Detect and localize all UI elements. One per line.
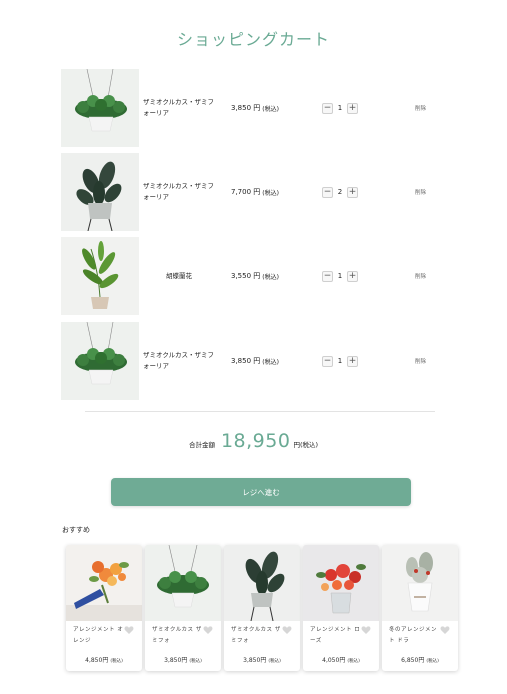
- price-value: 3,850 円: [231, 104, 261, 112]
- product-name[interactable]: ザミオクルカス・ザミフォーリア: [143, 322, 215, 400]
- recommend-card[interactable]: アレンジメント オレンジ 4,850円 (税込): [66, 545, 142, 671]
- product-name[interactable]: ザミオクルカス・ザミフォーリア: [143, 69, 215, 147]
- tax-label: (税込): [262, 273, 279, 281]
- heart-icon[interactable]: [282, 625, 292, 635]
- price-value: 4,050円: [322, 657, 346, 664]
- quantity-value[interactable]: 1: [333, 104, 347, 112]
- increase-button[interactable]: +: [347, 270, 358, 282]
- recommend-title: おすすめ: [62, 526, 90, 534]
- remove-button[interactable]: 削除: [415, 322, 426, 400]
- tax-label: (税込): [110, 659, 123, 664]
- recommend-name: アレンジメント オレンジ: [73, 627, 124, 644]
- checkout-button[interactable]: レジへ進む: [111, 478, 411, 506]
- price-value: 3,850 円: [231, 357, 261, 365]
- price-value: 3,850円: [164, 657, 188, 664]
- cart-item: 胡蝶蘭花 3,550 円 (税込) − 1 + 削除: [61, 237, 441, 315]
- decrease-button[interactable]: −: [322, 270, 333, 282]
- product-image-hanging-plant[interactable]: [61, 322, 139, 400]
- total-unit: 円(税込): [293, 441, 319, 449]
- product-name[interactable]: 胡蝶蘭花: [143, 237, 215, 315]
- quantity-value[interactable]: 2: [333, 188, 347, 196]
- recommend-name: ザミオクルカス ザミフォ: [231, 627, 281, 644]
- recommend-image-rose-arrangement[interactable]: [303, 545, 379, 621]
- tax-label: (税込): [262, 358, 279, 366]
- decrease-button[interactable]: −: [322, 186, 333, 198]
- product-image-hanging-plant[interactable]: [61, 69, 139, 147]
- divider: [85, 411, 435, 412]
- product-name[interactable]: ザミオクルカス・ザミフォーリア: [143, 153, 215, 231]
- tax-label: (税込): [189, 659, 202, 664]
- increase-button[interactable]: +: [347, 355, 358, 367]
- cart-item: ザミオクルカス・ザミフォーリア 3,850 円 (税込) − 1 + 削除: [61, 322, 441, 400]
- recommend-price: 4,050円 (税込): [303, 655, 379, 664]
- price-value: 3,850円: [243, 657, 267, 664]
- recommend-card[interactable]: アレンジメント ローズ 4,050円 (税込): [303, 545, 379, 671]
- decrease-button[interactable]: −: [322, 355, 333, 367]
- increase-button[interactable]: +: [347, 186, 358, 198]
- recommend-card[interactable]: 冬のアレンジメント ドラ 6,850円 (税込): [382, 545, 458, 671]
- product-price: 3,850 円 (税込): [231, 69, 301, 147]
- remove-button[interactable]: 削除: [415, 153, 426, 231]
- tax-label: (税込): [426, 659, 439, 664]
- tax-label: (税込): [262, 105, 279, 113]
- page-title: ショッピングカート: [176, 30, 330, 49]
- recommend-name: 冬のアレンジメント ドラ: [389, 627, 438, 644]
- heart-icon[interactable]: [203, 625, 213, 635]
- heart-icon[interactable]: [124, 625, 134, 635]
- tax-label: (税込): [347, 659, 360, 664]
- product-price: 3,850 円 (税込): [231, 322, 301, 400]
- quantity-value[interactable]: 1: [333, 272, 347, 280]
- total-label: 合計金額: [188, 441, 215, 449]
- increase-button[interactable]: +: [347, 102, 358, 114]
- product-image-plant[interactable]: [61, 237, 139, 315]
- total-value: 18,950: [220, 430, 291, 452]
- decrease-button[interactable]: −: [322, 102, 333, 114]
- price-value: 4,850円: [85, 657, 109, 664]
- quantity-value[interactable]: 1: [333, 357, 347, 365]
- recommend-price: 4,850円 (税込): [66, 655, 142, 664]
- cart-item: ザミオクルカス・ザミフォーリア 7,700 円 (税込) − 2 + 削除: [61, 153, 441, 231]
- recommend-card[interactable]: ザミオクルカス ザミフォ 3,850円 (税込): [224, 545, 300, 671]
- quantity-stepper: − 2 +: [322, 186, 358, 198]
- heart-icon[interactable]: [440, 625, 450, 635]
- quantity-stepper: − 1 +: [322, 355, 358, 367]
- product-image-rubber-plant[interactable]: [61, 153, 139, 231]
- quantity-stepper: − 1 +: [322, 102, 358, 114]
- recommend-price: 6,850円 (税込): [382, 655, 458, 664]
- tax-label: (税込): [262, 189, 279, 197]
- price-value: 3,550 円: [231, 272, 261, 280]
- cart-item: ザミオクルカス・ザミフォーリア 3,850 円 (税込) − 1 + 削除: [61, 69, 441, 147]
- remove-button[interactable]: 削除: [415, 237, 426, 315]
- quantity-stepper: − 1 +: [322, 270, 358, 282]
- price-value: 7,700 円: [231, 188, 261, 196]
- price-value: 6,850円: [401, 657, 425, 664]
- recommend-image-winter-arrangement[interactable]: [382, 545, 458, 621]
- recommend-price: 3,850円 (税込): [145, 655, 221, 664]
- cart-total: 合計金額 18,950 円(税込): [0, 430, 507, 452]
- recommend-image-bouquet[interactable]: [66, 545, 142, 621]
- product-price: 3,550 円 (税込): [231, 237, 301, 315]
- recommend-name: アレンジメント ローズ: [310, 627, 361, 644]
- heart-icon[interactable]: [361, 625, 371, 635]
- recommend-image-rubber-plant[interactable]: [224, 545, 300, 622]
- recommend-price: 3,850円 (税込): [224, 655, 300, 664]
- recommend-card[interactable]: ザミオクルカス ザミフォ 3,850円 (税込): [145, 545, 221, 671]
- remove-button[interactable]: 削除: [415, 69, 426, 147]
- recommend-name: ザミオクルカス ザミフォ: [152, 627, 202, 644]
- product-price: 7,700 円 (税込): [231, 153, 301, 231]
- recommend-image-hanging-plant[interactable]: [145, 545, 221, 621]
- tax-label: (税込): [268, 659, 281, 664]
